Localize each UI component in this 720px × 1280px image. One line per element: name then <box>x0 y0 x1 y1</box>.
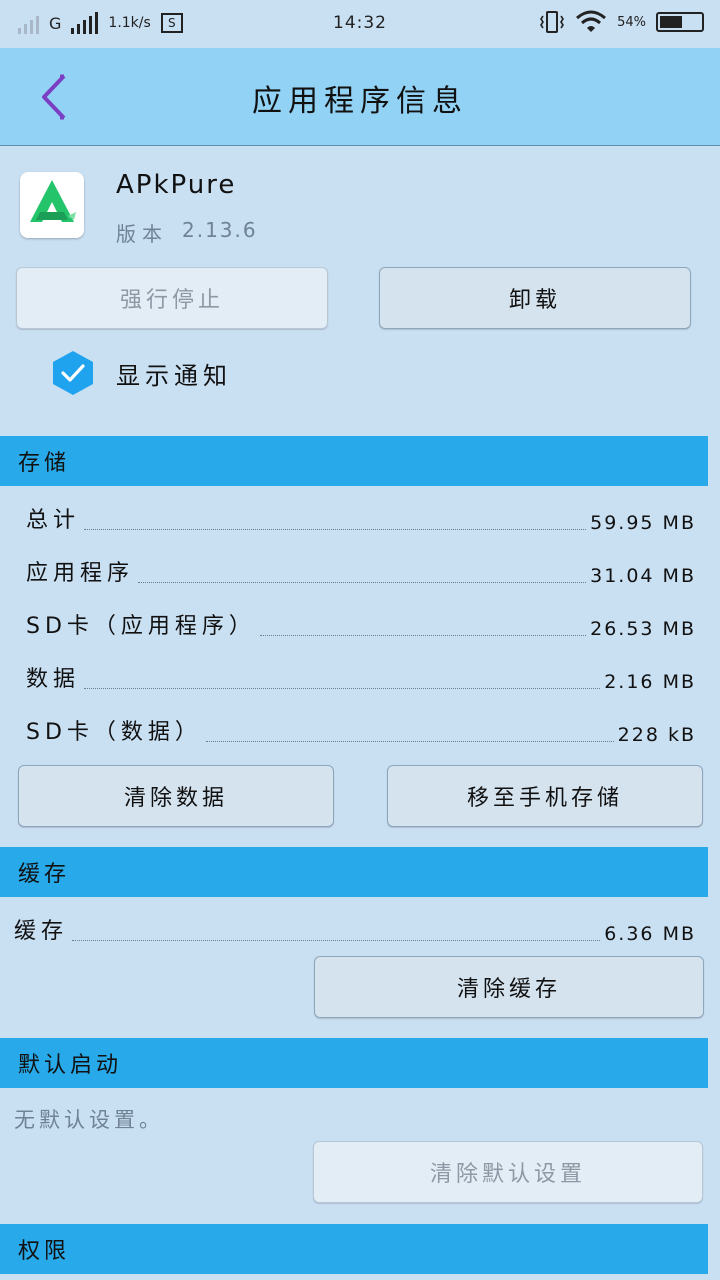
row-value: 26.53 MB <box>590 618 696 640</box>
storage-row-sd-data: SD卡（数据） 228 kB <box>26 714 696 748</box>
permissions-section-header: 权限 <box>0 1224 708 1274</box>
row-label: 应用程序 <box>26 561 135 586</box>
row-leader <box>138 582 587 583</box>
title-bar: 应用程序信息 <box>0 48 720 146</box>
row-label: 数据 <box>26 667 81 692</box>
storage-row-total: 总计 59.95 MB <box>26 502 696 536</box>
cache-row: 缓存 6.36 MB <box>14 913 696 947</box>
no-defaults-text: 无默认设置。 <box>14 1108 164 1132</box>
battery-icon <box>656 12 704 32</box>
app-icon <box>20 172 84 238</box>
row-value: 59.95 MB <box>590 512 696 534</box>
row-leader <box>72 940 601 941</box>
clear-data-button[interactable]: 清除数据 <box>18 765 334 827</box>
row-label: SD卡（数据） <box>26 720 202 745</box>
app-version-label: 版本 <box>116 222 168 246</box>
app-name: APkPure <box>116 170 237 200</box>
storage-row-data: 数据 2.16 MB <box>26 661 696 695</box>
wifi-icon <box>576 10 607 32</box>
force-stop-button[interactable]: 强行停止 <box>16 267 328 329</box>
row-value: 31.04 MB <box>590 565 696 587</box>
app-version: 2.13.6 <box>182 218 258 242</box>
show-notifications-checkbox[interactable] <box>52 350 94 396</box>
default-launch-section-header: 默认启动 <box>0 1038 708 1088</box>
row-label: 缓存 <box>14 919 69 944</box>
clear-defaults-button[interactable]: 清除默认设置 <box>313 1141 703 1203</box>
page-title: 应用程序信息 <box>252 84 468 119</box>
row-value: 2.16 MB <box>604 671 696 693</box>
row-leader <box>259 635 587 636</box>
battery-percent: 54% <box>617 14 646 30</box>
storage-section-header: 存储 <box>0 436 708 486</box>
apkpure-logo-icon <box>30 180 76 222</box>
row-label: 总计 <box>26 508 81 533</box>
show-notifications-label: 显示通知 <box>116 362 232 390</box>
uninstall-button[interactable]: 卸载 <box>379 267 691 329</box>
row-leader <box>205 741 614 742</box>
cache-section-header: 缓存 <box>0 847 708 897</box>
battery-fill <box>660 16 682 28</box>
storage-row-app: 应用程序 31.04 MB <box>26 555 696 589</box>
row-value: 6.36 MB <box>604 923 696 945</box>
move-to-phone-storage-button[interactable]: 移至手机存储 <box>387 765 703 827</box>
status-bar: G 1.1k/s S 14:32 54% <box>0 0 720 48</box>
row-value: 228 kB <box>617 724 696 746</box>
vibrate-icon <box>540 11 565 33</box>
status-right: 54% <box>539 10 704 34</box>
row-label: SD卡（应用程序） <box>26 614 256 639</box>
row-leader <box>84 529 587 530</box>
storage-row-sd-app: SD卡（应用程序） 26.53 MB <box>26 608 696 642</box>
clear-cache-button[interactable]: 清除缓存 <box>314 956 704 1018</box>
row-leader <box>84 688 601 689</box>
